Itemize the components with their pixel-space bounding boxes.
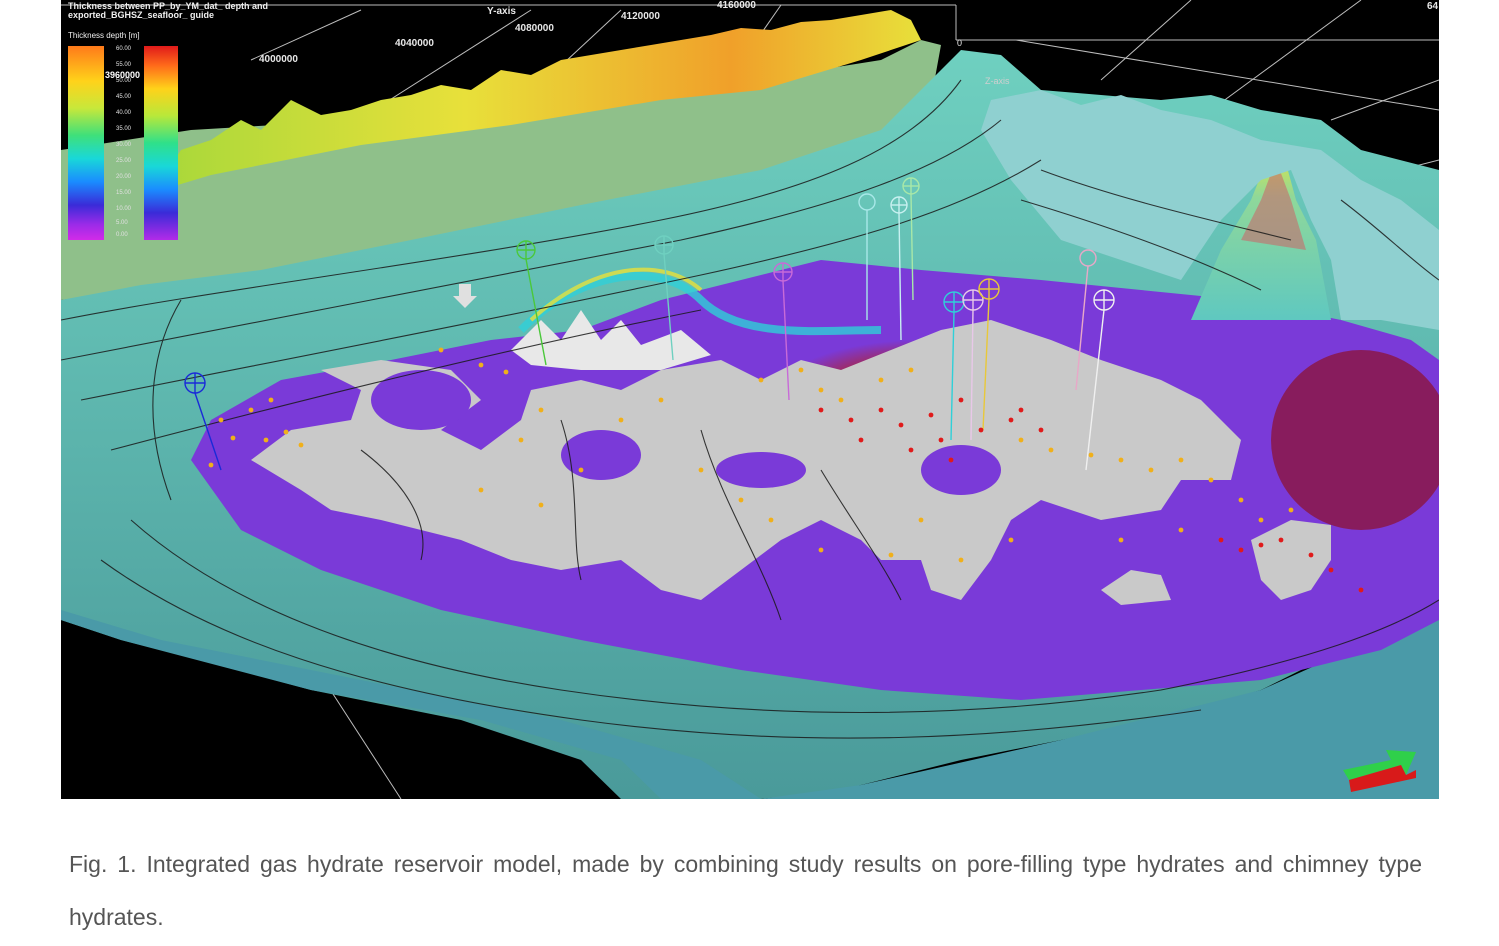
color-bar-tick: 20.00	[116, 174, 132, 180]
color-bar-tick: 40.00	[116, 110, 132, 116]
color-bar-tick: 55.00	[116, 62, 132, 68]
legend-title: Thickness between PP_by_YM_dat_ depth an…	[68, 1, 269, 20]
color-bar-tick: 15.00	[116, 190, 132, 196]
y-tick-4080000: 4080000	[515, 23, 554, 34]
y-tick-4120000: 4120000	[621, 11, 660, 22]
y-tick-4000000: 4000000	[259, 54, 298, 65]
legend-subtitle: Thickness depth [m]	[68, 31, 140, 40]
reservoir-model-figure: Y-axis Z-axis 4000000 4040000 4080000 41…	[61, 0, 1439, 799]
hydrate-patch	[921, 445, 1001, 495]
hydrate-patch	[561, 430, 641, 480]
y-tick-4160000: 4160000	[717, 0, 756, 11]
y-axis-label: Y-axis	[487, 6, 516, 17]
z-axis-label: Z-axis	[985, 76, 1010, 86]
figure-caption: Fig. 1. Integrated gas hydrate reservoir…	[69, 851, 1422, 930]
hydrate-patch	[716, 452, 806, 488]
z-zero-tick: 0	[957, 38, 962, 48]
reservoir-3d-scene: Y-axis Z-axis 4000000 4040000 4080000 41…	[61, 0, 1439, 799]
color-bar-tick: 60.00	[116, 46, 132, 52]
y-tick-4040000: 4040000	[395, 38, 434, 49]
color-bar-primary	[68, 46, 104, 240]
color-bar-tick: 45.00	[116, 94, 132, 100]
hydrate-patch	[371, 370, 471, 430]
color-bar-tick: 30.00	[116, 142, 132, 148]
color-bar-secondary	[144, 46, 178, 240]
color-bar-tick: 0.00	[116, 232, 128, 238]
top-right-tick: 64	[1427, 1, 1439, 12]
color-bar-tick: 35.00	[116, 126, 132, 132]
color-bar-tick: 5.00	[116, 220, 128, 226]
color-bar-tick: 10.00	[116, 206, 132, 212]
coordinate-overlay: 3960000	[105, 70, 141, 80]
color-bar-tick: 25.00	[116, 158, 132, 164]
